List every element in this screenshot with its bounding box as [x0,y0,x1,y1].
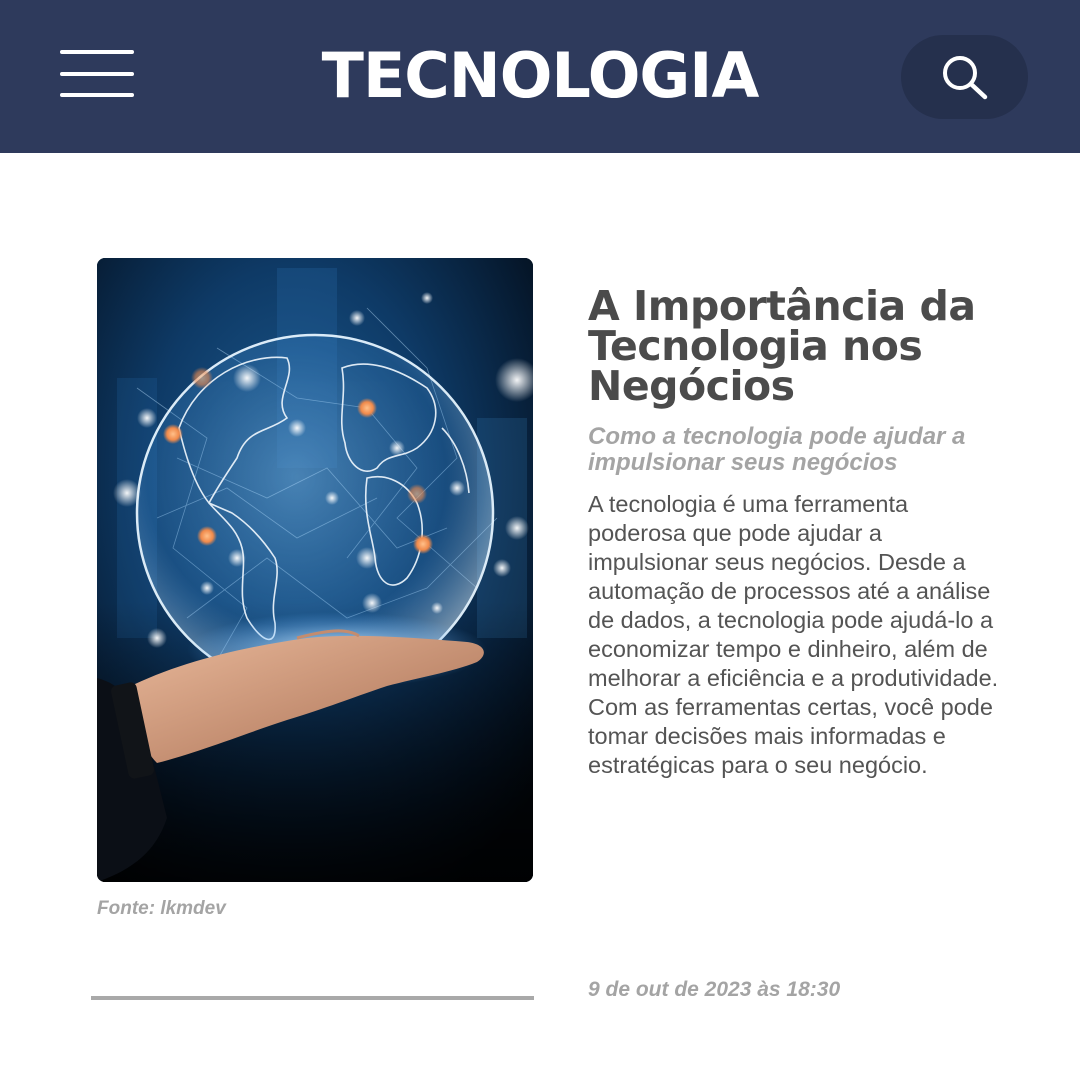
hamburger-menu-icon[interactable] [58,48,136,100]
menu-bar [60,50,134,54]
publish-date: 9 de out de 2023 às 18:30 [588,978,841,1001]
search-button[interactable] [901,35,1028,119]
article-title: A Importância da Tecnologia nos Negócios [588,282,976,410]
top-header: TECNOLOGIA [0,0,1080,153]
section-title: TECNOLOGIA [321,39,760,112]
menu-bar [60,72,134,76]
article-body: A tecnologia é uma ferramenta poderosa q… [588,491,999,778]
divider [91,996,534,1000]
article-image [97,258,533,882]
article-subtitle: Como a tecnologia pode ajudar a impulsio… [588,423,966,476]
image-caption: Fonte: lkmdev [97,898,226,919]
menu-bar [60,93,134,97]
news-post: TECNOLOGIA Fonte: lkmdev A Importância d… [0,0,1080,1080]
search-icon [943,56,988,100]
